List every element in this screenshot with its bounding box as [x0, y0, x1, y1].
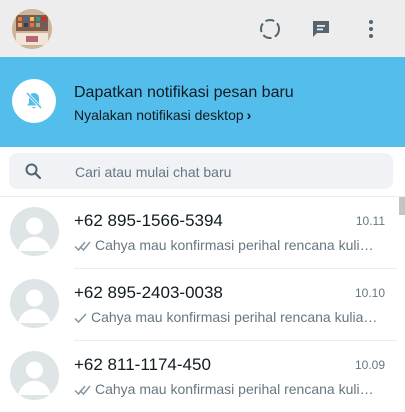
new-chat-icon	[313, 21, 329, 37]
chat-row[interactable]: +62 811-1174-450 10.09 Cahya mau konfirm…	[0, 341, 397, 412]
default-avatar-icon	[10, 207, 59, 256]
search-box	[9, 153, 393, 189]
app-header	[0, 0, 405, 57]
new-chat-button[interactable]	[308, 16, 334, 42]
contact-avatar	[10, 207, 59, 256]
default-avatar-icon	[10, 351, 59, 400]
contact-name: +62 811-1174-450	[74, 355, 211, 374]
chat-row[interactable]: +62 895-2403-0038 10.10 Cahya mau konfir…	[0, 269, 397, 341]
search-bar	[0, 147, 405, 197]
message-preview: Cahya mau konfirmasi perihal rencana kul…	[74, 381, 379, 397]
chevron-right-icon: ›	[246, 107, 252, 123]
enable-notifications-label: Nyalakan notifikasi desktop	[74, 107, 244, 123]
contact-name: +62 895-2403-0038	[74, 283, 223, 302]
menu-button[interactable]	[358, 16, 384, 42]
status-ring-icon	[260, 19, 280, 39]
scrollbar-thumb[interactable]	[399, 197, 405, 215]
contact-avatar	[10, 351, 59, 400]
notification-banner	[0, 57, 405, 147]
notification-icon-circle	[12, 79, 56, 123]
default-avatar-icon	[10, 279, 59, 328]
single-check-icon	[74, 313, 87, 324]
search-icon[interactable]	[24, 162, 42, 180]
message-preview: Cahya mau konfirmasi perihal rencana kul…	[74, 237, 379, 253]
enable-notifications-link[interactable]: Nyalakan notifikasi desktop ›	[74, 107, 251, 123]
message-preview: Cahya mau konfirmasi perihal rencana kul…	[74, 309, 379, 325]
kebab-menu-icon	[369, 20, 373, 38]
profile-avatar[interactable]	[12, 9, 52, 49]
bell-off-icon	[25, 91, 43, 110]
notification-title: Dapatkan notifikasi pesan baru	[74, 84, 294, 101]
message-time: 10.11	[355, 214, 385, 228]
contact-name: +62 895-1566-5394	[74, 211, 223, 230]
message-preview-text: Cahya mau konfirmasi perihal rencana kul…	[91, 309, 379, 325]
chat-row[interactable]: +62 895-1566-5394 10.11 Cahya mau konfir…	[0, 197, 397, 269]
message-preview-text: Cahya mau konfirmasi perihal rencana kul…	[95, 381, 379, 397]
message-preview-text: Cahya mau konfirmasi perihal rencana kul…	[95, 237, 379, 253]
message-time: 10.09	[354, 358, 385, 372]
message-time: 10.10	[354, 286, 385, 300]
contact-avatar	[10, 279, 59, 328]
double-check-icon	[74, 241, 91, 252]
profile-picture-icon	[12, 9, 52, 49]
chat-list-scrollbar[interactable]	[399, 197, 405, 412]
search-input[interactable]	[73, 159, 387, 185]
chat-list: +62 895-1566-5394 10.11 Cahya mau konfir…	[0, 197, 397, 412]
double-check-icon	[74, 385, 91, 396]
status-button[interactable]	[257, 16, 283, 42]
